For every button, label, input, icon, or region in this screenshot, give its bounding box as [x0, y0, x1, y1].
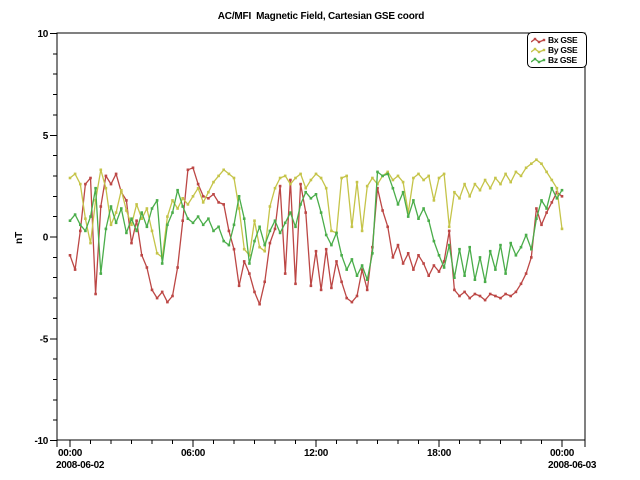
bx-line-sample-icon	[531, 36, 546, 45]
svg-text:06:00: 06:00	[181, 448, 206, 459]
svg-text:12:00: 12:00	[304, 448, 329, 459]
bz-line-sample-icon	[531, 56, 546, 65]
plot-frame	[57, 33, 585, 440]
svg-text:18:00: 18:00	[427, 448, 452, 459]
x-axis: 00:002008-06-0206:0012:0018:0000:002008-…	[56, 440, 597, 471]
by-line-sample-icon	[531, 46, 546, 55]
series-by-gse	[69, 158, 564, 258]
svg-text:0: 0	[43, 233, 49, 244]
magnetic-field-chart: AC/MFI Magnetic Field, Cartesian GSE coo…	[0, 0, 640, 480]
svg-text:00:00: 00:00	[58, 448, 83, 459]
y-axis: 10 5 0 -5 -10	[34, 29, 57, 447]
svg-text:-10: -10	[34, 436, 48, 447]
svg-text:-5: -5	[40, 334, 49, 345]
legend: Bx GSE By GSE Bz GSE	[527, 32, 587, 68]
svg-text:2008-06-02: 2008-06-02	[56, 460, 105, 471]
legend-item-by: By GSE	[531, 45, 583, 55]
svg-text:00:00: 00:00	[550, 448, 575, 459]
legend-item-bz: Bz GSE	[531, 55, 583, 65]
svg-text:5: 5	[43, 131, 49, 142]
svg-text:10: 10	[37, 29, 48, 40]
legend-item-bx: Bx GSE	[531, 35, 583, 45]
legend-label-bx: Bx GSE	[548, 35, 577, 45]
svg-text:2008-06-03: 2008-06-03	[548, 460, 597, 471]
legend-label-bz: Bz GSE	[548, 55, 577, 65]
legend-label-by: By GSE	[548, 45, 577, 55]
plot-svg: 00:002008-06-0206:0012:0018:0000:002008-…	[0, 0, 640, 480]
